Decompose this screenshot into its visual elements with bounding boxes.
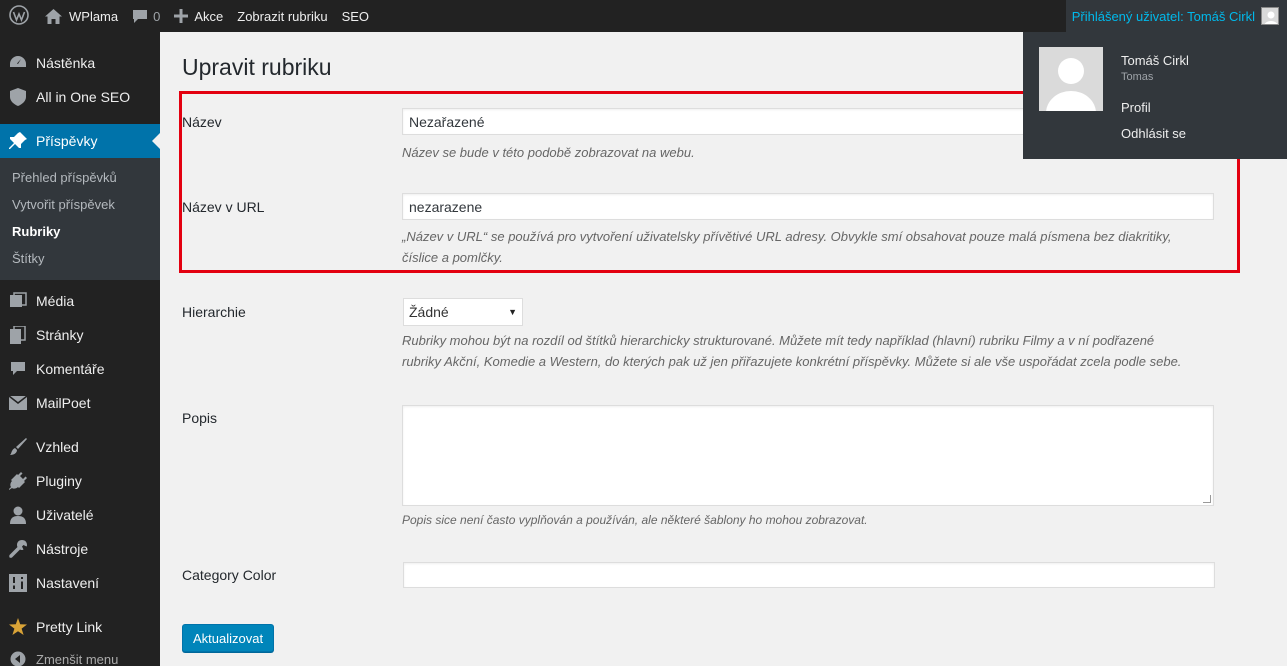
sidebar-item-tools[interactable]: Nástroje xyxy=(0,532,160,566)
site-name-link[interactable]: WPlama xyxy=(38,0,125,32)
plus-icon xyxy=(174,9,189,23)
dashboard-icon xyxy=(9,54,27,72)
view-category-link[interactable]: Zobrazit rubriku xyxy=(230,0,334,32)
dropdown-arrow-icon: ▼ xyxy=(508,307,517,317)
comment-icon xyxy=(9,360,27,378)
admin-sidebar: Nástěnka All in One SEO Příspěvky Přehle… xyxy=(0,32,160,666)
account-display-name: Tomáš Cirkl xyxy=(1121,53,1189,68)
sidebar-item-label: Média xyxy=(36,293,75,309)
star-icon xyxy=(9,618,27,636)
collapse-menu-button[interactable]: Zmenšit menu xyxy=(0,644,160,666)
sidebar-item-aioseo[interactable]: All in One SEO xyxy=(0,80,160,114)
sidebar-item-pretty-link[interactable]: Pretty Link xyxy=(0,610,160,644)
settings-icon xyxy=(9,574,27,592)
page-title: Upravit rubriku xyxy=(182,54,332,80)
comments-count: 0 xyxy=(153,8,161,24)
sidebar-item-appearance[interactable]: Vzhled xyxy=(0,430,160,464)
sidebar-item-label: Nastavení xyxy=(36,575,100,591)
description-textarea[interactable] xyxy=(402,405,1214,506)
comments-link[interactable]: 0 xyxy=(125,0,167,32)
pages-icon xyxy=(9,326,27,344)
sidebar-item-mailpoet[interactable]: MailPoet xyxy=(0,386,160,420)
category-color-label: Category Color xyxy=(182,567,277,583)
slug-input[interactable] xyxy=(402,193,1214,220)
parent-select-value: Žádné xyxy=(409,304,449,320)
admin-bar: WPlama 0 Akce Zobrazit rubriku SEO Přihl… xyxy=(0,0,1287,32)
parent-description-line-2: rubriky Akční, Komedie a Western, do kte… xyxy=(402,354,1182,369)
sidebar-item-label: Pretty Link xyxy=(36,619,103,635)
pin-icon xyxy=(9,132,27,150)
sidebar-item-label: Komentáře xyxy=(36,361,105,377)
sidebar-item-label: MailPoet xyxy=(36,395,91,411)
submenu-categories[interactable]: Rubriky xyxy=(0,218,160,245)
new-label: Akce xyxy=(194,8,224,24)
sidebar-item-label: Uživatelé xyxy=(36,507,94,523)
sidebar-item-label: Nástroje xyxy=(36,541,89,557)
parent-select[interactable]: Žádné ▼ xyxy=(403,298,523,326)
sidebar-item-plugins[interactable]: Pluginy xyxy=(0,464,160,498)
comment-bubble-icon xyxy=(132,9,148,24)
sidebar-item-label: Vzhled xyxy=(36,439,79,455)
brush-icon xyxy=(9,438,27,456)
parent-description-line-1: Rubriky mohou být na rozdíl od štítků hi… xyxy=(402,333,1155,348)
sidebar-item-dashboard[interactable]: Nástěnka xyxy=(0,46,160,80)
sidebar-item-media[interactable]: Média xyxy=(0,284,160,318)
mini-avatar xyxy=(1261,7,1279,25)
profile-link[interactable]: Profil xyxy=(1121,100,1151,115)
sidebar-item-label: All in One SEO xyxy=(36,89,131,105)
posts-submenu: Přehled příspěvků Vytvořit příspěvek Rub… xyxy=(0,158,160,280)
parent-label: Hierarchie xyxy=(182,304,246,320)
sidebar-item-users[interactable]: Uživatelé xyxy=(0,498,160,532)
shield-icon xyxy=(9,88,27,106)
logout-link[interactable]: Odhlásit se xyxy=(1121,126,1186,141)
slug-description-line-2: číslice a pomlčky. xyxy=(402,250,503,265)
howdy-text: Přihlášený uživatel: Tomáš Cirkl xyxy=(1071,8,1255,24)
view-category-label: Zobrazit rubriku xyxy=(237,8,328,24)
account-dropdown: Tomáš Cirkl Tomas Profil Odhlásit se xyxy=(1023,32,1287,159)
plugin-icon xyxy=(9,472,27,490)
sidebar-item-label: Stránky xyxy=(36,327,84,343)
sidebar-item-pages[interactable]: Stránky xyxy=(0,318,160,352)
user-icon xyxy=(9,506,27,524)
submenu-tags[interactable]: Štítky xyxy=(0,245,160,272)
description-label: Popis xyxy=(182,410,218,426)
sidebar-item-posts[interactable]: Příspěvky xyxy=(0,124,160,158)
avatar xyxy=(1039,47,1103,111)
site-name: WPlama xyxy=(69,8,119,24)
submenu-all-posts[interactable]: Přehled příspěvků xyxy=(0,164,160,191)
collapse-menu-label: Zmenšit menu xyxy=(36,651,119,666)
wordpress-icon xyxy=(9,4,29,28)
slug-description: „Název v URL“ se používá pro vytvoření u… xyxy=(402,226,1172,268)
description-help: Popis sice není často vyplňován a použív… xyxy=(402,513,868,527)
wrench-icon xyxy=(9,540,27,558)
category-color-input[interactable] xyxy=(403,562,1215,588)
parent-description: Rubriky mohou být na rozdíl od štítků hi… xyxy=(402,330,1181,372)
new-content-menu[interactable]: Akce xyxy=(167,0,230,32)
seo-menu[interactable]: SEO xyxy=(335,0,376,32)
update-button[interactable]: Aktualizovat xyxy=(182,624,275,652)
name-description: Název se bude v této podobě zobrazovat n… xyxy=(402,145,695,160)
sidebar-item-label: Pluginy xyxy=(36,473,82,489)
mail-icon xyxy=(9,394,27,412)
my-account-menu[interactable]: Přihlášený uživatel: Tomáš Cirkl xyxy=(1065,0,1287,32)
seo-label: SEO xyxy=(341,8,370,24)
account-username: Tomas xyxy=(1121,71,1154,83)
collapse-arrow-icon xyxy=(9,650,27,666)
media-icon xyxy=(9,292,27,310)
wordpress-logo-menu[interactable] xyxy=(0,0,38,32)
sidebar-item-label: Nástěnka xyxy=(36,55,96,71)
resize-handle-icon[interactable] xyxy=(1203,495,1211,503)
sidebar-item-comments[interactable]: Komentáře xyxy=(0,352,160,386)
sidebar-item-label: Příspěvky xyxy=(36,133,98,149)
sidebar-item-settings[interactable]: Nastavení xyxy=(0,566,160,600)
home-icon xyxy=(45,8,62,24)
slug-description-line-1: „Název v URL“ se používá pro vytvoření u… xyxy=(402,229,1172,244)
submenu-add-new-post[interactable]: Vytvořit příspěvek xyxy=(0,191,160,218)
slug-label: Název v URL xyxy=(182,199,265,215)
name-label: Název xyxy=(182,114,222,130)
